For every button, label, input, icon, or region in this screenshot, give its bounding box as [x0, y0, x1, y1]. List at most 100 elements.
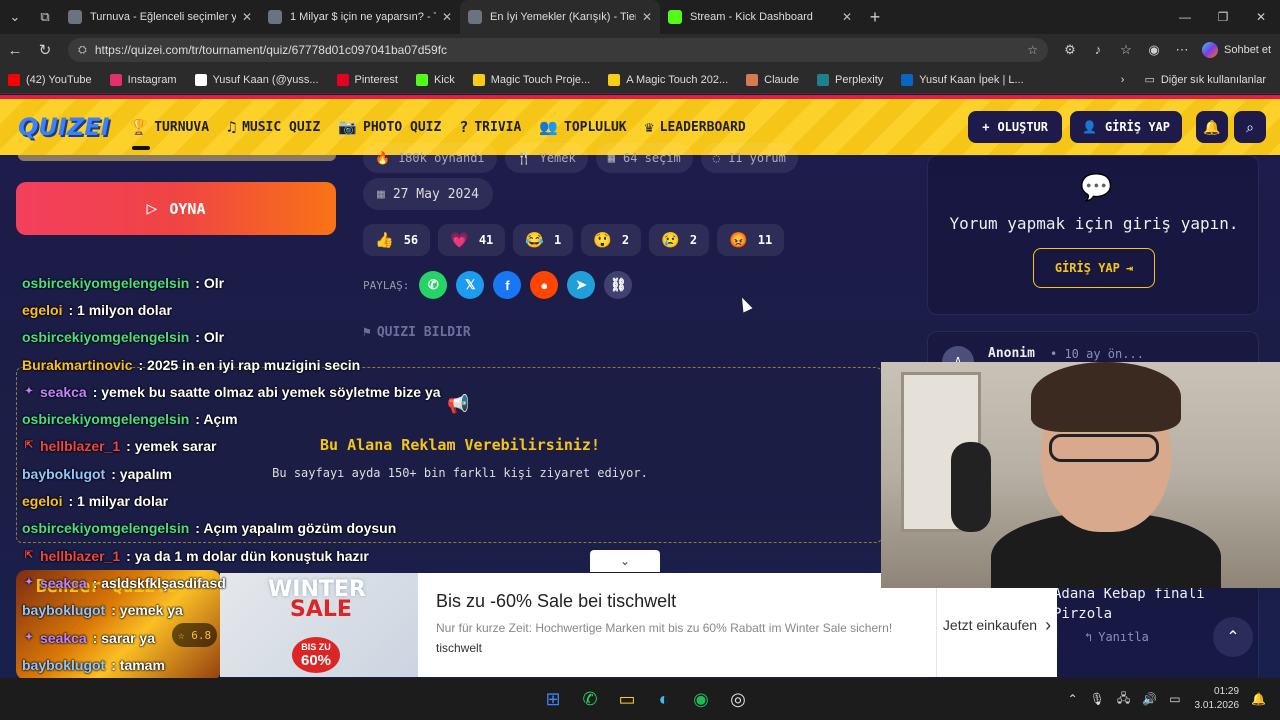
edge-browser-icon[interactable]: ◐	[646, 684, 682, 714]
bookmark-item[interactable]: Kick	[415, 73, 455, 86]
nav-item-turnuva[interactable]: 🏆 TURNUVA	[130, 118, 209, 150]
notifications-bell-icon[interactable]: 🔔	[1196, 111, 1228, 143]
share-facebook-icon[interactable]: f	[493, 271, 522, 299]
close-tab-icon[interactable]: ✕	[642, 10, 652, 24]
play-button[interactable]: ▷ OYNA	[16, 182, 336, 235]
bookmark-item[interactable]: Yusuf Kaan İpek | L...	[901, 73, 1024, 86]
scroll-top-button[interactable]: ⌃	[1213, 617, 1253, 657]
nav-item-photo-quiz[interactable]: 📷 PHOTO QUIZ	[338, 118, 441, 136]
comment-prompt: Yorum yapmak için giriş yapın.	[949, 214, 1239, 233]
reaction-button[interactable]: 💗 41	[438, 224, 506, 256]
site-info-icon[interactable]: ⛭	[78, 44, 87, 57]
close-tab-icon[interactable]: ✕	[842, 10, 852, 24]
search-icon[interactable]: ⌕	[1234, 111, 1266, 143]
banner-cta-button[interactable]: Jetzt einkaufen ›	[936, 573, 1057, 677]
share-x-icon[interactable]: 𝕏	[456, 271, 485, 299]
bookmark-item[interactable]: Claude	[746, 73, 799, 86]
notifications-icon[interactable]: 🔔	[1251, 692, 1266, 706]
bookmark-item[interactable]: Pinterest	[336, 73, 398, 86]
share-telegram-icon[interactable]: ➤	[567, 271, 596, 299]
banner-collapse-button[interactable]: ⌄	[590, 550, 660, 572]
back-button[interactable]: ←	[0, 42, 30, 59]
reply-button[interactable]: ↰ Yanıtla	[1085, 630, 1149, 644]
bookmark-favicon-icon	[816, 73, 829, 86]
file-explorer-icon[interactable]: ▭	[609, 684, 645, 714]
start-button[interactable]: ⊞	[535, 684, 571, 714]
browser-tab[interactable]: 1 Milyar $ için ne yaparsın? - Tier L ✕	[260, 0, 460, 34]
nav-item-topluluk[interactable]: 👥 TOPLULUK	[539, 118, 626, 136]
site-logo[interactable]: QUIZEI	[18, 113, 110, 141]
bookmark-item[interactable]: Instagram	[109, 73, 177, 86]
reaction-emoji-icon: 👍	[375, 231, 394, 249]
camera-icon: 📷	[338, 118, 358, 136]
ad-banner[interactable]: WINTER SALE BIS ZU 60% Bis zu -60% Sale b…	[220, 573, 1057, 677]
play-icon: ▷	[146, 198, 158, 219]
reaction-button[interactable]: 😢 2	[649, 224, 710, 256]
reaction-count: 1	[553, 233, 562, 247]
reaction-button[interactable]: 👍 56	[363, 224, 431, 256]
more-menu-icon[interactable]: ⋯	[1168, 42, 1196, 58]
banner-img-bis: BIS ZU	[301, 642, 331, 652]
reaction-button[interactable]: 😡 11	[717, 224, 785, 256]
battery-icon[interactable]: ▭	[1169, 692, 1180, 706]
share-link-icon[interactable]: ⛓	[604, 271, 633, 299]
minimize-button[interactable]: —	[1166, 10, 1204, 24]
tab-title: 1 Milyar $ için ne yaparsın? - Tier L	[290, 11, 436, 23]
login-button[interactable]: 👤 GİRİŞ YAP	[1070, 111, 1182, 143]
share-reddit-icon[interactable]: ●	[530, 271, 559, 299]
nav-item-music-quiz[interactable]: ♫ MUSIC QUIZ	[227, 118, 320, 136]
microphone-icon[interactable]: 🎙	[1090, 692, 1105, 706]
copilot-button[interactable]: Sohbet et	[1202, 42, 1271, 58]
bookmark-favicon-icon	[901, 73, 914, 86]
play-label: OYNA	[169, 199, 206, 218]
read-aloud-icon[interactable]: ♪	[1084, 42, 1112, 58]
bookmark-label: Pinterest	[354, 73, 398, 86]
bookmark-item[interactable]: A Magic Touch 202...	[608, 73, 729, 86]
profile-avatar[interactable]: ◉	[1140, 42, 1168, 58]
clock[interactable]: 01:29 3.01.2026	[1195, 685, 1240, 713]
close-tab-icon[interactable]: ✕	[442, 10, 452, 24]
close-window-button[interactable]: ✕	[1242, 10, 1280, 24]
maximize-button[interactable]: ❐	[1204, 10, 1242, 24]
bookmark-item[interactable]: Magic Touch Proje...	[472, 73, 590, 86]
nav-item-leaderboard[interactable]: ♛ LEADERBOARD	[645, 118, 746, 136]
bookmarks-bar: (42) YouTube Instagram Yusuf Kaan (@yuss..…	[0, 66, 1280, 94]
bookmark-label: A Magic Touch 202...	[626, 73, 729, 86]
reaction-emoji-icon: 😲	[593, 231, 612, 249]
comment-login-card: 💬 Yorum yapmak için giriş yapın. GİRİŞ Y…	[927, 155, 1259, 315]
close-tab-icon[interactable]: ✕	[242, 10, 252, 24]
network-icon[interactable]: 🖧	[1117, 689, 1130, 710]
other-favorites[interactable]: Diğer sık kullanılanlar	[1161, 74, 1266, 86]
whatsapp-app-icon[interactable]: ✆	[572, 684, 608, 714]
favorites-icon[interactable]: ☆	[1112, 42, 1140, 58]
extensions-icon[interactable]: ⚙	[1056, 42, 1084, 58]
bookmark-item[interactable]: (42) YouTube	[8, 73, 92, 86]
volume-icon[interactable]: 🔊	[1142, 692, 1157, 706]
bookmark-item[interactable]: Yusuf Kaan (@yuss...	[194, 73, 319, 86]
obs-icon[interactable]: ◎	[720, 684, 756, 714]
tray-overflow-icon[interactable]: ⌃	[1068, 692, 1078, 706]
banner-img-badge: BIS ZU 60%	[292, 637, 340, 673]
tab-actions-icon[interactable]: ⌄	[0, 0, 30, 34]
spotify-icon[interactable]: ◉	[683, 684, 719, 714]
share-whatsapp-icon[interactable]: ✆	[419, 271, 448, 299]
report-quiz-link[interactable]: ⚑ QUIZI BILDIR	[363, 325, 471, 340]
quiz-stats: 🔥 180k oynandı 🍴 Yemek ▦ 64 seçim ◌ 11 yorum	[363, 143, 806, 173]
reload-button[interactable]: ↻	[30, 41, 60, 59]
nav-item-trivia[interactable]: ? TRIVIA	[459, 118, 521, 136]
bookmarks-overflow-icon[interactable]: ›	[1121, 74, 1125, 86]
create-button[interactable]: + OLUŞTUR	[968, 111, 1063, 143]
share-row: PAYLAŞ: ✆ 𝕏f ● ➤ ⛓	[363, 271, 641, 299]
reaction-button[interactable]: 😲 2	[581, 224, 642, 256]
browser-tab[interactable]: Turnuva - Eğlenceli seçimler yap! ✕	[60, 0, 260, 34]
workspaces-icon[interactable]: ⧉	[30, 0, 60, 34]
comment-login-button[interactable]: GİRİŞ YAP ⇥	[1033, 248, 1155, 288]
favorite-star-icon[interactable]: ☆	[1027, 43, 1038, 57]
browser-tab[interactable]: En İyi Yemekler (Karışık) - Tier List ✕	[460, 0, 660, 34]
grid-icon: ▦	[607, 151, 615, 165]
browser-tab[interactable]: Stream - Kick Dashboard ✕	[660, 0, 860, 34]
reaction-button[interactable]: 😂 1	[513, 224, 574, 256]
new-tab-button[interactable]: +	[860, 7, 890, 28]
url-field[interactable]: ⛭ https://quizei.com/tr/tournament/quiz/…	[68, 38, 1048, 62]
bookmark-item[interactable]: Perplexity	[816, 73, 883, 86]
